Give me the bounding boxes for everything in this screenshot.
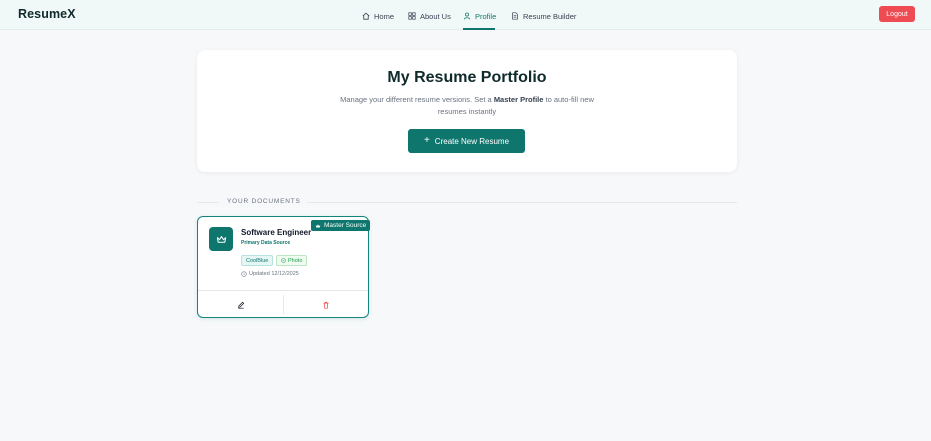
- photo-tag: Photo: [276, 255, 308, 266]
- page-title: My Resume Portfolio: [387, 69, 547, 86]
- card-actions: [198, 290, 368, 317]
- section-divider-right: [307, 202, 737, 203]
- master-badge-label: Master Source: [324, 222, 367, 229]
- document-subtitle: Primary Data Source: [241, 240, 291, 246]
- section-divider-left: [197, 202, 219, 203]
- updated-timestamp: Updated 12/12/2025: [241, 271, 299, 277]
- trash-icon: [323, 301, 329, 309]
- nav-item-label: About Us: [420, 11, 451, 21]
- portfolio-hero-card: My Resume Portfolio Manage your differen…: [197, 50, 737, 172]
- crown-icon: [315, 223, 321, 227]
- master-source-badge: Master Source: [311, 220, 371, 231]
- subtitle-bold: Master Profile: [493, 95, 544, 104]
- subtitle-prefix: Manage your different resume versions. S…: [340, 95, 494, 104]
- theme-tag: CoolBlue: [241, 255, 274, 266]
- active-tab-indicator: [463, 28, 495, 30]
- top-navbar: ResumeX Home About Us Profile Resume Bui…: [0, 0, 931, 30]
- create-new-resume-button[interactable]: + Create New Resume: [408, 129, 525, 153]
- create-button-label: Create New Resume: [434, 136, 510, 146]
- clock-icon: [241, 271, 247, 277]
- nav-item-label: Resume Builder: [523, 11, 577, 21]
- logout-button[interactable]: Logout: [879, 6, 915, 22]
- grid-icon: [408, 12, 416, 20]
- nav-item-about-us[interactable]: About Us: [408, 9, 451, 23]
- photo-tag-label: Photo: [288, 257, 303, 264]
- section-label: YOUR DOCUMENTS: [227, 198, 301, 205]
- user-icon: [463, 12, 471, 20]
- theme-tag-label: CoolBlue: [246, 257, 269, 264]
- nav-item-resume-builder[interactable]: Resume Builder: [511, 9, 576, 23]
- updated-label: Updated 12/12/2025: [249, 271, 299, 277]
- crown-icon: [209, 227, 233, 251]
- page-subtitle: Manage your different resume versions. S…: [327, 94, 607, 118]
- nav-item-home[interactable]: Home: [362, 9, 394, 23]
- document-title: Software Engineer: [241, 228, 312, 237]
- document-icon: [512, 12, 518, 20]
- edit-button[interactable]: [198, 291, 283, 318]
- nav-item-profile[interactable]: Profile: [463, 9, 496, 23]
- delete-button[interactable]: [284, 291, 368, 318]
- pencil-icon: [237, 301, 244, 309]
- nav-item-label: Profile: [475, 11, 497, 21]
- home-icon: [362, 12, 370, 20]
- plus-icon: +: [423, 135, 430, 146]
- nav-item-label: Home: [374, 11, 395, 21]
- brand-logo[interactable]: ResumeX: [18, 7, 76, 21]
- document-card[interactable]: Software Engineer Primary Data Source Co…: [197, 216, 369, 318]
- check-circle-icon: [281, 258, 286, 263]
